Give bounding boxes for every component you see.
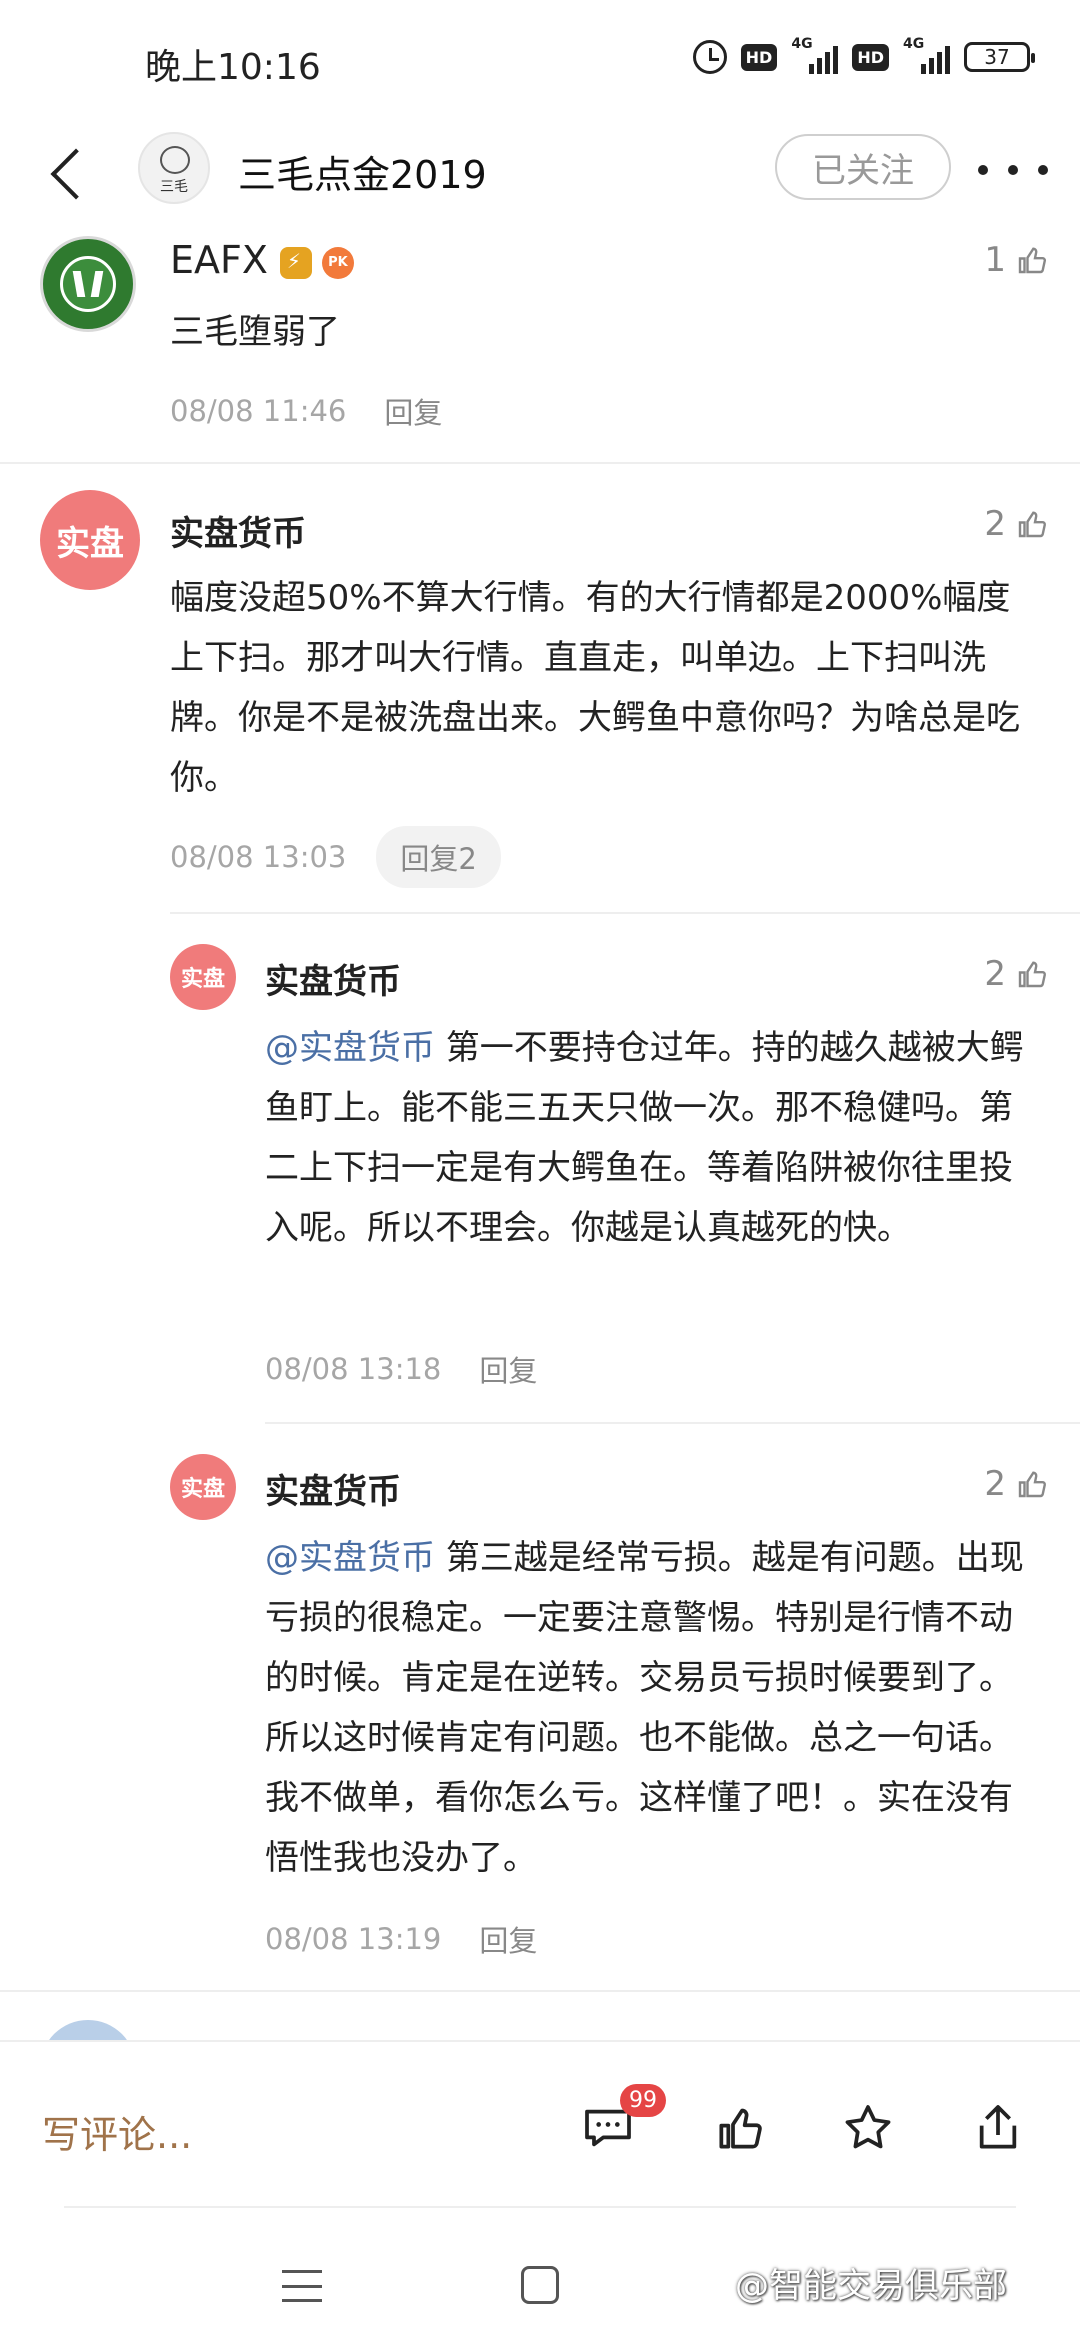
home-icon[interactable] <box>521 2266 559 2304</box>
like-count: 2 <box>984 954 1006 994</box>
like-button[interactable]: 1 <box>984 240 1050 280</box>
thumb-up-icon <box>1014 242 1050 278</box>
comment-author[interactable]: EAFX PK <box>170 238 354 282</box>
like-button[interactable]: 2 <box>984 1464 1050 1504</box>
alarm-icon <box>692 40 727 74</box>
like-count: 2 <box>984 504 1006 544</box>
like-button[interactable]: 2 <box>984 954 1050 994</box>
divider <box>64 2206 1016 2208</box>
like-button[interactable]: 2 <box>984 504 1050 544</box>
comment-meta: 08/08 11:46 回复 <box>170 390 442 432</box>
status-time: 晚上10:16 <box>145 47 321 88</box>
divider <box>0 1990 1080 1992</box>
comment-time: 08/08 11:46 <box>170 394 347 428</box>
avatar-face-icon <box>160 146 190 174</box>
page-title[interactable]: 三毛点金2019 <box>238 144 487 199</box>
hd-icon-2: HD <box>852 43 889 71</box>
write-comment-input[interactable]: 写评论... <box>42 2104 192 2159</box>
bottom-action-bar: 写评论... 99 <box>0 2040 1080 2210</box>
like-count: 1 <box>984 240 1006 280</box>
mention-link[interactable]: @实盘货币 <box>265 1538 435 1578</box>
reply-button[interactable]: 回复 <box>479 1348 537 1390</box>
comment-item: 实盘 实盘货币 2 幅度没超50%不算大行情。有的大行情都是2000%幅度上下扫… <box>0 480 1080 920</box>
star-icon[interactable] <box>840 2100 896 2156</box>
reply-text: @实盘货币 第三越是经常亏损。越是有问题。出现亏损的很稳定。一定要注意警惕。特别… <box>265 1528 1045 1888</box>
back-icon[interactable] <box>40 138 100 208</box>
reply-item: 实盘 实盘货币 2 @实盘货币 第三越是经常亏损。越是有问题。出现亏损的很稳定。… <box>0 1440 1080 2000</box>
thumb-up-icon <box>1014 506 1050 542</box>
share-icon[interactable] <box>970 2100 1026 2156</box>
page-header: 三毛 三毛点金2019 已关注 <box>0 120 1080 230</box>
reply-button[interactable]: 回复 <box>384 390 442 432</box>
like-count: 2 <box>984 1464 1006 1504</box>
comment-count-badge: 99 <box>620 2084 666 2117</box>
divider <box>265 1422 1080 1424</box>
hd-icon: HD <box>740 43 778 71</box>
reply-button[interactable]: 回复 <box>479 1918 537 1960</box>
follow-button[interactable]: 已关注 <box>775 134 951 200</box>
reply-author-name[interactable]: 实盘货币 <box>265 1464 401 1513</box>
user-avatar[interactable]: 实盘 <box>170 944 236 1010</box>
comment-time: 08/08 13:03 <box>170 840 347 874</box>
author-avatar-text: 三毛 <box>160 179 188 195</box>
reply-meta: 08/08 13:18 回复 <box>265 1348 537 1390</box>
mention-link[interactable]: @实盘货币 <box>265 1028 435 1068</box>
author-avatar[interactable]: 三毛 <box>138 132 210 204</box>
reply-time: 08/08 13:18 <box>265 1352 442 1386</box>
comment-author-name[interactable]: 实盘货币 <box>170 506 306 555</box>
comment-author-name: EAFX <box>170 238 268 282</box>
system-nav-bar: @智能交易俱乐部 <box>0 2210 1080 2340</box>
divider <box>0 462 1080 464</box>
thumb-up-icon <box>1014 956 1050 992</box>
signal-icon: 4G <box>791 36 839 74</box>
menu-icon[interactable] <box>282 2270 322 2302</box>
reply-item: 实盘 实盘货币 2 @实盘货币 第一不要持仓过年。持的越久越被大鳄鱼盯上。能不能… <box>0 930 1080 1410</box>
watermark: @智能交易俱乐部 <box>735 2266 1007 2306</box>
status-icons: HD 4G HD 4G 37 <box>692 36 1035 74</box>
reply-time: 08/08 13:19 <box>265 1922 442 1956</box>
pk-badge-icon: PK <box>321 246 354 279</box>
comment-meta: 08/08 13:03 回复2 <box>170 826 501 888</box>
thumb-up-icon <box>1014 1466 1050 1502</box>
comment-text: 三毛堕弱了 <box>170 312 340 352</box>
view-replies-button[interactable]: 回复2 <box>376 826 501 888</box>
status-bar: 晚上10:16 HD 4G HD 4G 37 <box>0 0 1080 120</box>
user-avatar[interactable] <box>40 236 136 332</box>
comment-item: EAFX PK 1 三毛堕弱了 08/08 11:46 回复 <box>0 230 1080 462</box>
reply-author-name[interactable]: 实盘货币 <box>265 954 401 1003</box>
user-avatar[interactable]: 实盘 <box>170 1454 236 1520</box>
reply-text: @实盘货币 第一不要持仓过年。持的越久越被大鳄鱼盯上。能不能三五天只做一次。那不… <box>265 1018 1045 1258</box>
user-avatar[interactable]: 实盘 <box>40 490 140 590</box>
comment-text: 幅度没超50%不算大行情。有的大行情都是2000%幅度上下扫。那才叫大行情。直直… <box>170 578 1020 798</box>
divider <box>170 912 1080 914</box>
reply-meta: 08/08 13:19 回复 <box>265 1918 537 1960</box>
level-badge-icon <box>279 246 312 279</box>
more-icon[interactable] <box>978 150 1048 190</box>
signal-icon-2: 4G <box>903 36 950 74</box>
thumb-up-icon[interactable] <box>712 2100 768 2156</box>
battery-icon: 37 <box>964 42 1035 72</box>
reply-body: 第三越是经常亏损。越是有问题。出现亏损的很稳定。一定要注意警惕。特别是行情不动的… <box>265 1538 1024 1878</box>
